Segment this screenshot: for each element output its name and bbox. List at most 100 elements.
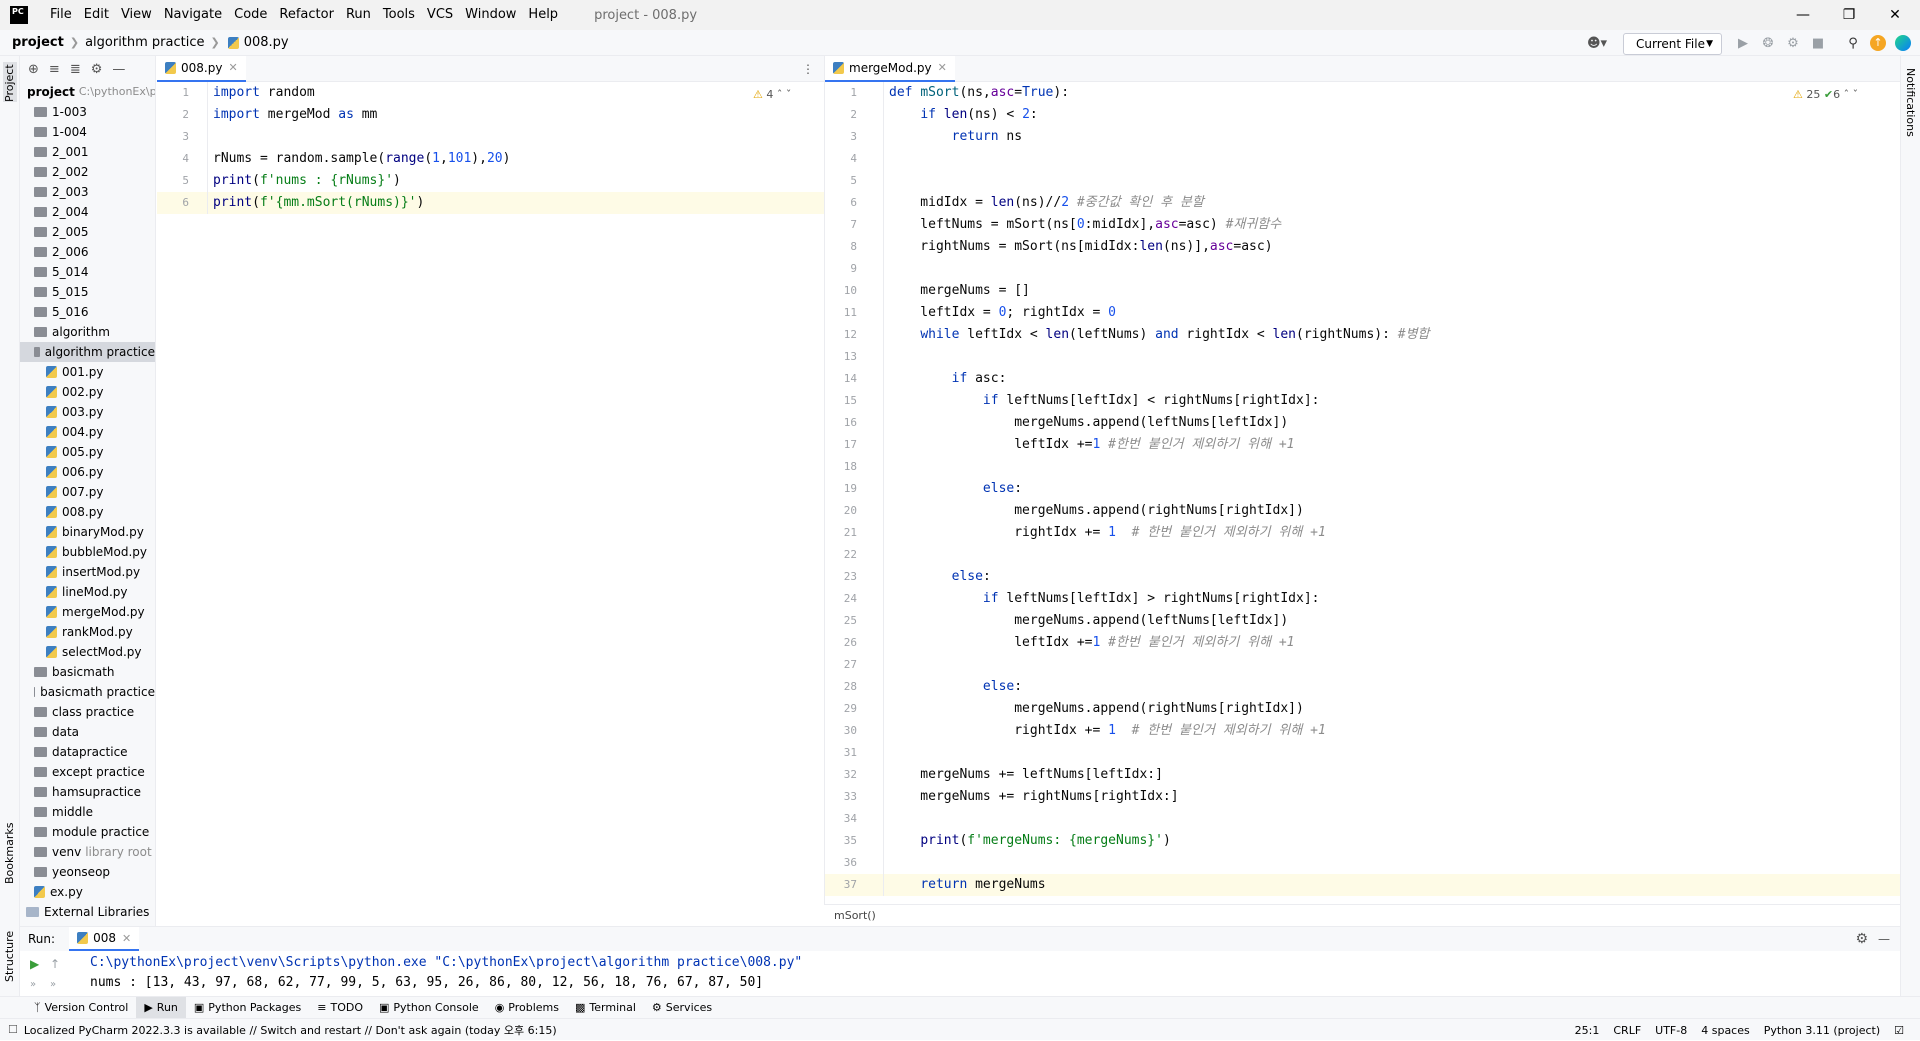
tree-item[interactable]: insertMod.py (20, 562, 155, 582)
tree-item[interactable]: 001.py (20, 362, 155, 382)
settings-icon[interactable]: ⚙ (91, 62, 103, 77)
chevron-up-icon[interactable]: ˆ (1844, 88, 1850, 101)
chevron-up-icon[interactable]: ˆ (777, 88, 783, 101)
close-window-icon[interactable]: ✕ (1872, 0, 1918, 30)
code-line[interactable]: if leftNums[leftIdx] > rightNums[rightId… (889, 588, 1320, 610)
tab-services[interactable]: ⚙ Services (644, 997, 720, 1019)
code-line[interactable]: mergeNums.append(leftNums[leftIdx]) (889, 412, 1288, 434)
code-line[interactable]: else: (889, 566, 991, 588)
code-line[interactable]: mergeNums.append(rightNums[rightIdx]) (889, 500, 1304, 522)
close-tab-icon[interactable]: ✕ (938, 61, 947, 74)
lock-icon[interactable]: ☑ (1894, 1024, 1904, 1037)
coverage-icon[interactable]: ⚙ (1784, 34, 1802, 52)
tree-item[interactable]: except practice (20, 762, 155, 782)
tree-item[interactable]: 5_016 (20, 302, 155, 322)
code-line[interactable]: if asc: (889, 368, 1007, 390)
code-line[interactable]: if leftNums[leftIdx] < rightNums[rightId… (889, 390, 1320, 412)
restore-icon[interactable]: ❐ (1826, 0, 1872, 30)
menu-file[interactable]: File (44, 0, 78, 30)
project-root[interactable]: project C:\pythonEx\project (20, 82, 155, 102)
code-line[interactable]: mergeNums.append(rightNums[rightIdx]) (889, 698, 1304, 720)
menu-vcs[interactable]: VCS (421, 0, 459, 30)
code-line[interactable]: print(f'nums : {rNums}') (213, 170, 401, 192)
code-line[interactable]: print(f'{mm.mSort(rNums)}') (213, 192, 424, 214)
line-separator[interactable]: CRLF (1613, 1024, 1641, 1037)
tab-version-control[interactable]: ᛉ Version Control (26, 997, 136, 1019)
wrap-icon[interactable]: » (30, 979, 36, 990)
inspection-widget[interactable]: ⚠ 4 ˆ ˇ (753, 88, 791, 101)
chevron-down-icon[interactable]: ˇ (1853, 88, 1859, 101)
chevron-down-icon[interactable]: ˇ (786, 88, 792, 101)
tree-item[interactable]: 5_014 (20, 262, 155, 282)
scroll-up-icon[interactable]: ↑ (50, 957, 60, 971)
run-icon[interactable]: ▶ (1734, 34, 1752, 52)
close-tab-icon[interactable]: ✕ (228, 61, 237, 74)
tree-item[interactable]: basicmath (20, 662, 155, 682)
tree-item[interactable]: middle (20, 802, 155, 822)
tree-item[interactable]: External Libraries (20, 902, 155, 922)
file-encoding[interactable]: UTF-8 (1655, 1024, 1687, 1037)
tree-item[interactable]: bubbleMod.py (20, 542, 155, 562)
tab-008-py[interactable]: 008.py ✕ (157, 56, 246, 82)
close-tab-icon[interactable]: ✕ (122, 932, 131, 945)
menu-window[interactable]: Window (459, 0, 522, 30)
code-line[interactable]: else: (889, 676, 1022, 698)
notifications-tool-button[interactable]: Notifications (1904, 68, 1917, 158)
code-line[interactable]: leftNums = mSort(ns[0:midIdx],asc=asc) #… (889, 214, 1281, 236)
tree-item[interactable]: yeonseop (20, 862, 155, 882)
indent-setting[interactable]: 4 spaces (1701, 1024, 1750, 1037)
code-line[interactable]: print(f'mergeNums: {mergeNums}') (889, 830, 1170, 852)
menu-tools[interactable]: Tools (377, 0, 421, 30)
code-line[interactable]: else: (889, 478, 1022, 500)
tree-item[interactable]: mergeMod.py (20, 602, 155, 622)
tree-item[interactable]: selectMod.py (20, 642, 155, 662)
tree-item[interactable]: venv library root (20, 842, 155, 862)
menu-view[interactable]: View (115, 0, 158, 30)
caret-position[interactable]: 25:1 (1575, 1024, 1600, 1037)
tab-run[interactable]: ▶ Run (136, 996, 186, 1019)
tab-problems[interactable]: ◉ Problems (487, 997, 567, 1019)
menu-code[interactable]: Code (228, 0, 273, 30)
structure-tool-button[interactable]: Structure (3, 926, 16, 982)
code-line[interactable]: mergeNums += rightNums[rightIdx:] (889, 786, 1178, 808)
tree-item[interactable]: 005.py (20, 442, 155, 462)
tree-item[interactable]: 006.py (20, 462, 155, 482)
code-line[interactable]: import mergeMod as mm (213, 104, 377, 126)
expand-all-icon[interactable]: ≡ (49, 62, 60, 77)
menu-edit[interactable]: Edit (78, 0, 115, 30)
code-line[interactable]: while leftIdx < len(leftNums) and rightI… (889, 324, 1429, 346)
collapse-all-icon[interactable]: ≣ (70, 62, 81, 77)
tree-item[interactable]: 2_004 (20, 202, 155, 222)
status-message[interactable]: Localized PyCharm 2022.3.3 is available … (24, 1022, 557, 1038)
code-line[interactable]: if len(ns) < 2: (889, 104, 1037, 126)
tree-item[interactable]: lineMod.py (20, 582, 155, 602)
tree-item[interactable]: data (20, 722, 155, 742)
update-icon[interactable]: ↑ (1869, 34, 1887, 52)
user-icon[interactable]: ☻▾ (1582, 34, 1612, 52)
code-line[interactable]: def mSort(ns,asc=True): (889, 82, 1069, 104)
editor-breadcrumb[interactable]: mSort() (824, 904, 1900, 926)
tree-item[interactable]: 2_003 (20, 182, 155, 202)
code-line[interactable]: return ns (889, 126, 1022, 148)
code-line[interactable]: mergeNums.append(leftNums[leftIdx]) (889, 610, 1288, 632)
menu-run[interactable]: Run (340, 0, 377, 30)
inspection-widget[interactable]: ⚠ 25 ✔6 ˆ ˇ (1793, 88, 1858, 101)
code-line[interactable]: rightNums = mSort(ns[midIdx:len(ns)],asc… (889, 236, 1272, 258)
hide-panel-icon[interactable]: — (1878, 932, 1890, 946)
tree-item[interactable]: 008.py (20, 502, 155, 522)
breadcrumb-folder[interactable]: algorithm practice (85, 35, 204, 50)
tree-item[interactable]: 2_002 (20, 162, 155, 182)
tree-item[interactable]: 1-003 (20, 102, 155, 122)
tree-item[interactable]: 007.py (20, 482, 155, 502)
code-line[interactable]: rightIdx += 1 # 한번 붙인거 제외하기 위해 +1 (889, 720, 1326, 742)
search-icon[interactable]: ⚲ (1844, 34, 1862, 52)
code-line[interactable]: midIdx = len(ns)//2 #중간값 확인 후 분할 (889, 192, 1204, 214)
tab-python-console[interactable]: ▣ Python Console (371, 997, 487, 1019)
tree-item[interactable]: algorithm (20, 322, 155, 342)
code-line[interactable]: leftIdx +=1 #한번 붙인거 제외하기 위해 +1 (889, 434, 1294, 456)
tree-item[interactable]: datapractice (20, 742, 155, 762)
tree-item[interactable]: 003.py (20, 402, 155, 422)
tab-mergemod-py[interactable]: mergeMod.py ✕ (825, 56, 955, 82)
menu-help[interactable]: Help (522, 0, 564, 30)
tree-item[interactable]: 002.py (20, 382, 155, 402)
